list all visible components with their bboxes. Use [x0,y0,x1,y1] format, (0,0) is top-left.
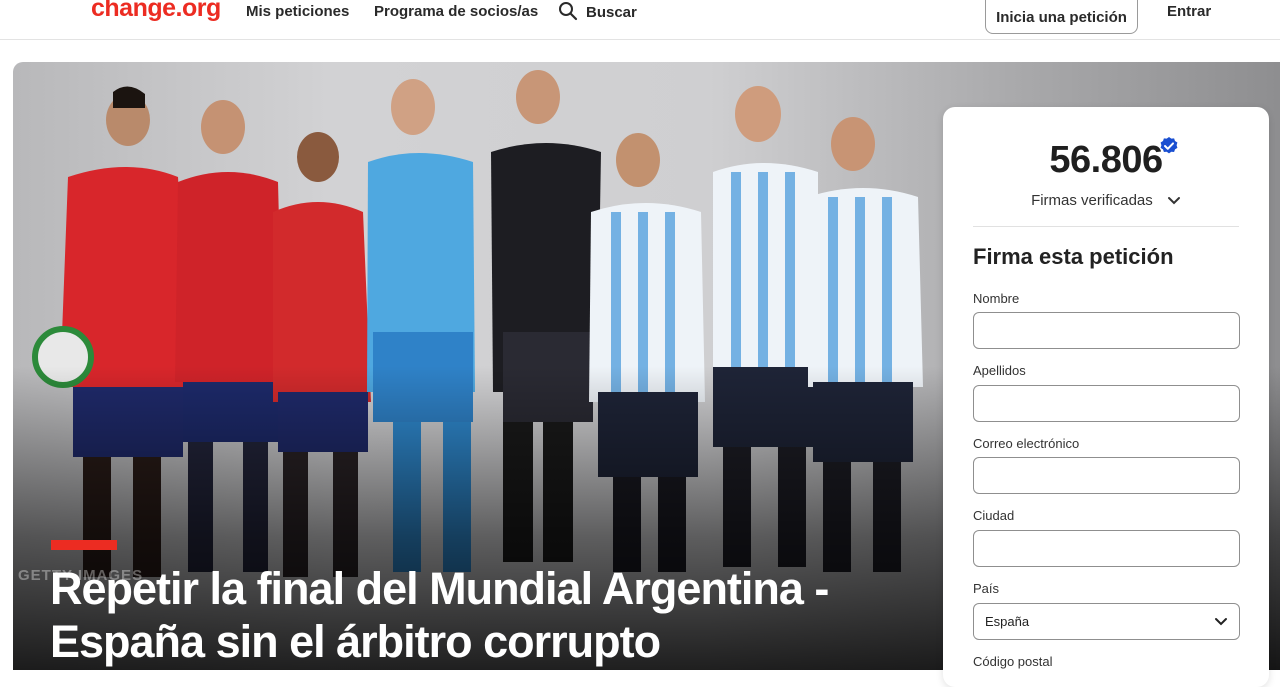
last-name-label: Apellidos [973,363,1026,378]
email-field[interactable] [973,457,1240,494]
country-label: País [973,581,1000,596]
country-select[interactable]: España [973,603,1240,640]
chevron-down-icon [1215,617,1227,625]
first-name-label: Nombre [973,291,1020,306]
start-petition-button[interactable]: Inicia una petición [985,0,1138,34]
email-label: Correo electrónico [973,436,1080,451]
postal-code-label: Código postal [973,654,1053,669]
change-org-logo[interactable]: change.org [91,0,221,23]
sign-petition-card: 56.806 Firmas verificadas Firma esta pet… [943,107,1269,687]
country-selected-value: España [985,614,1030,629]
city-label: Ciudad [973,508,1015,523]
card-divider [973,226,1239,227]
signature-count-row: 56.806 [943,137,1269,182]
nav-search[interactable]: Buscar [558,2,637,21]
chevron-down-icon [1167,197,1180,205]
verified-signatures-toggle[interactable]: Firmas verificadas [943,192,1269,209]
sign-form-title: Firma esta petición [973,244,1174,269]
first-name-field[interactable] [973,312,1240,349]
last-name-field[interactable] [973,385,1240,422]
city-field[interactable] [973,530,1240,567]
search-icon [559,2,578,21]
nav-my-petitions[interactable]: Mis peticiones [246,3,349,20]
nav-partner-program[interactable]: Programa de socios/as [374,3,538,20]
verified-badge-icon [1160,137,1178,154]
top-navigation: change.org Mis peticiones Programa de so… [0,0,1280,40]
nav-search-label: Buscar [586,3,637,21]
title-accent-bar [51,540,117,550]
login-link[interactable]: Entrar [1167,3,1211,20]
signature-count: 56.806 [1049,139,1163,181]
petition-title: Repetir la final del Mundial Argentina -… [50,563,829,667]
verified-signatures-label: Firmas verificadas [1031,192,1153,209]
